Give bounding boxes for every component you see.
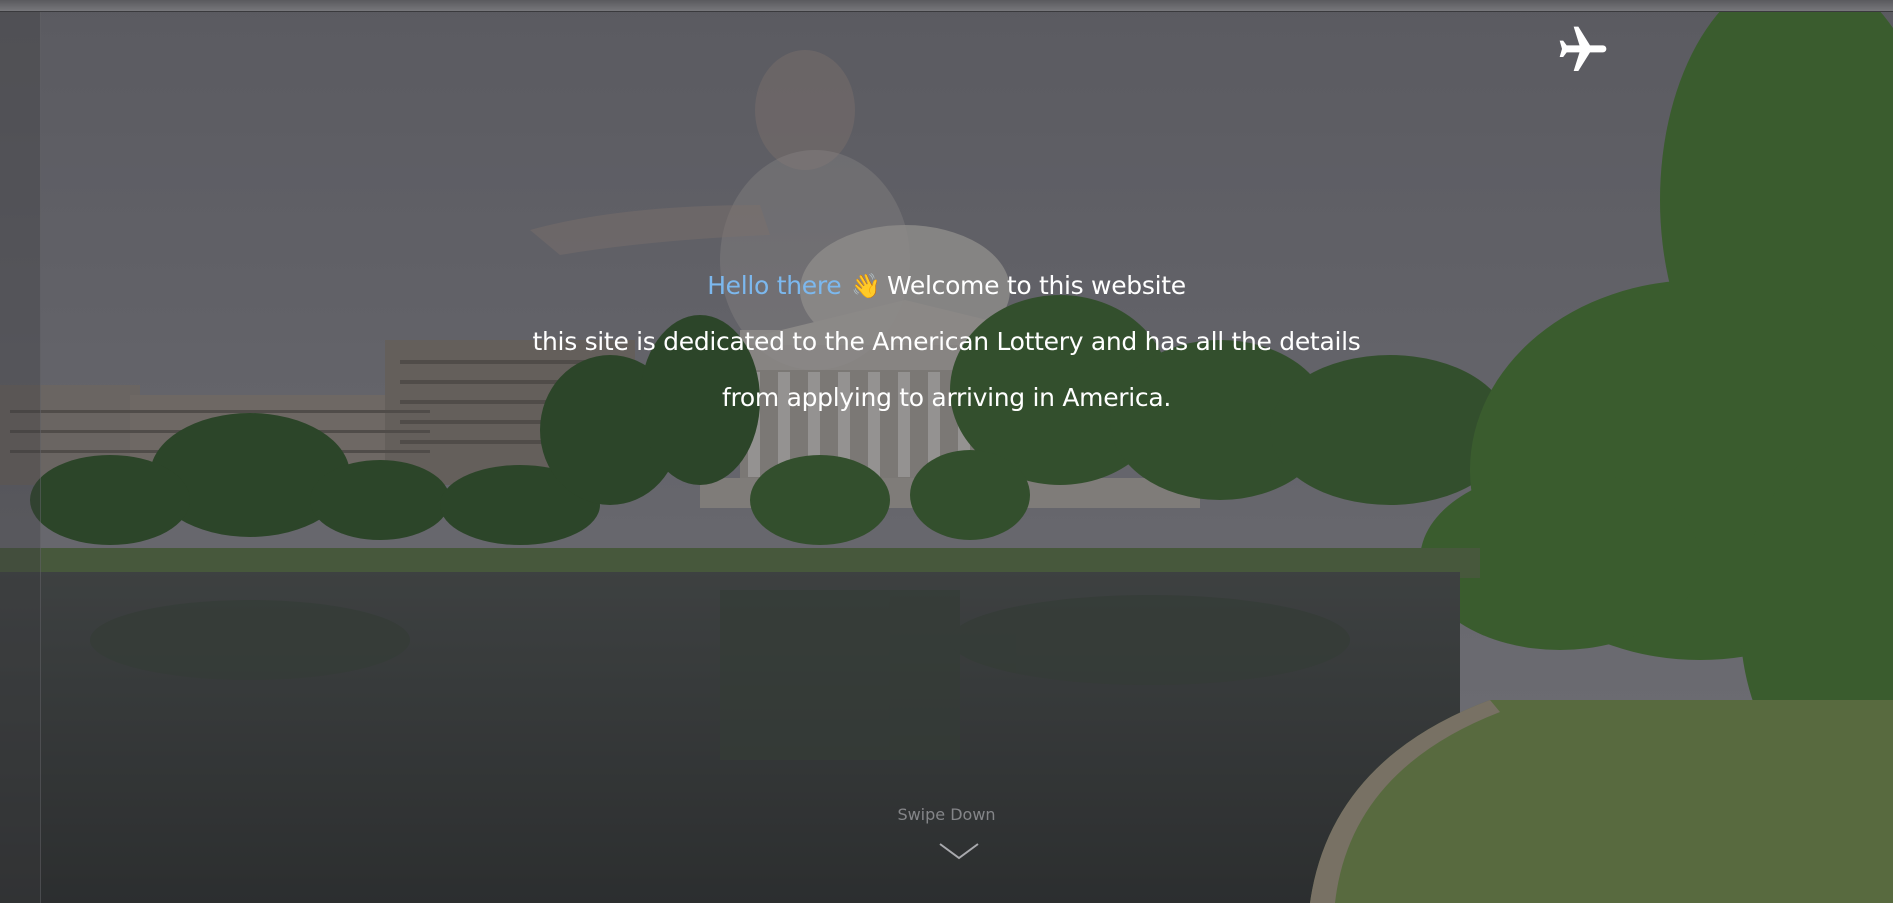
swipe-down-label: Swipe Down — [897, 805, 996, 824]
welcome-message: Hello there 👋 Welcome to this website this… — [0, 258, 1893, 426]
airplane-icon — [1559, 26, 1607, 71]
waving-hand-icon: 👋 — [851, 272, 881, 300]
greeting-highlight: Hello there — [707, 271, 842, 300]
description-line-2: from applying to arriving in America. — [721, 383, 1172, 412]
greeting-rest: Welcome to this website — [886, 271, 1186, 300]
dark-overlay — [0, 0, 1893, 903]
top-bar — [0, 0, 1893, 12]
hero-section: Hello there 👋 Welcome to this website this… — [0, 0, 1893, 903]
chevron-down-icon — [939, 843, 979, 860]
description-line-1: this site is dedicated to the American L… — [532, 327, 1361, 356]
swipe-down-button[interactable] — [938, 840, 980, 864]
airplane-button[interactable] — [1555, 22, 1611, 78]
left-edge-panel — [0, 11, 41, 903]
greeting-line: Hello there 👋 Welcome to this website — [0, 258, 1893, 314]
